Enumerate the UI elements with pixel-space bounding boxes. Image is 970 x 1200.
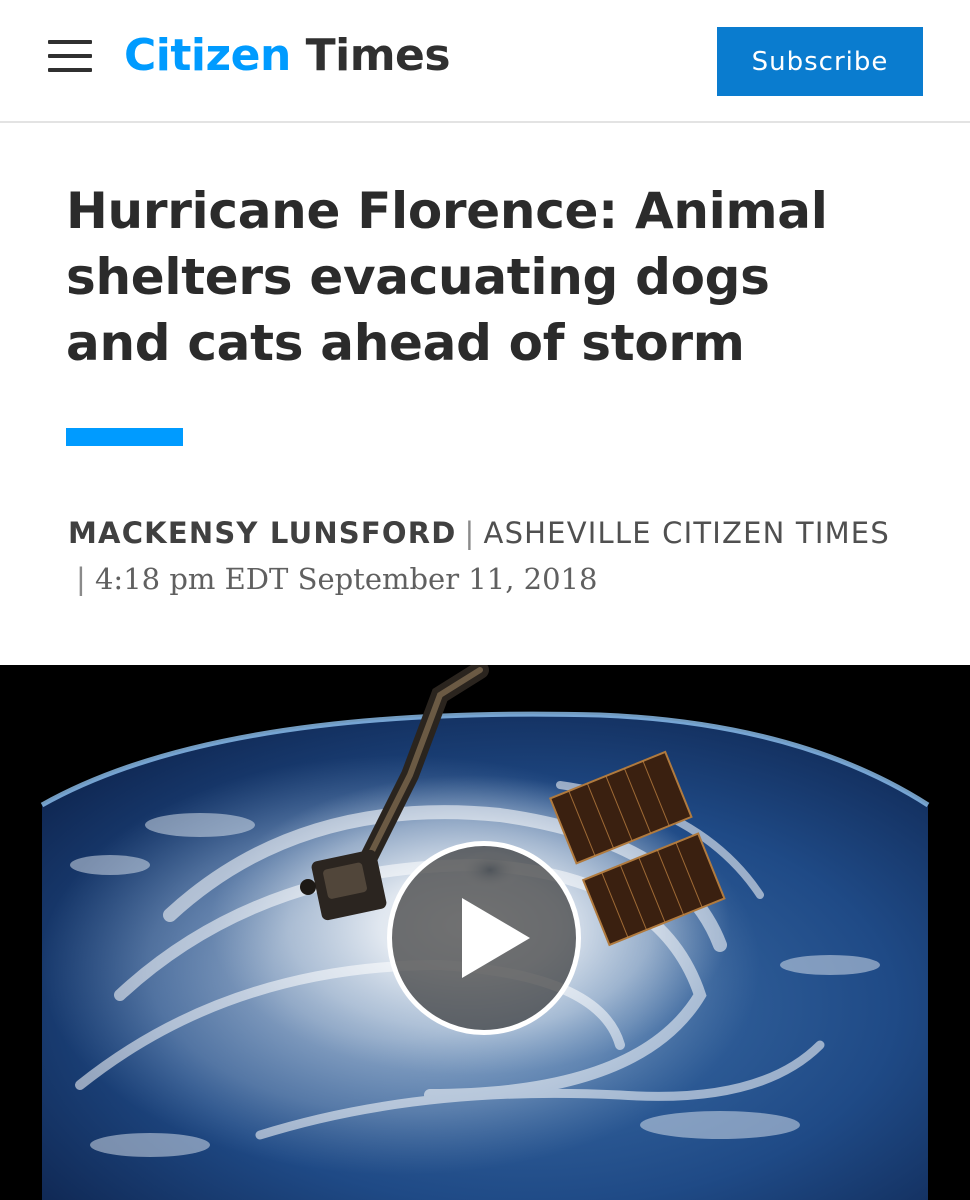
menu-line [48, 68, 92, 72]
play-icon [462, 898, 530, 978]
logo-times: Times [305, 30, 451, 81]
publish-timestamp: 4:18 pm EDT September 11, 2018 [94, 562, 598, 596]
byline-separator: | [76, 562, 87, 596]
byline-separator: | [464, 516, 476, 550]
hamburger-menu-icon[interactable] [48, 38, 92, 74]
headline-accent-bar [66, 428, 183, 446]
site-logo[interactable]: Citizen Times [124, 28, 451, 84]
author-name[interactable]: MACKENSY LUNSFORD [68, 516, 457, 550]
menu-line [48, 40, 92, 44]
play-button[interactable] [387, 841, 581, 1035]
article-headline: Hurricane Florence: Animal shelters evac… [66, 182, 828, 372]
site-header: Citizen Times Subscribe [0, 0, 970, 123]
logo-citizen: Citizen [124, 30, 291, 81]
article-byline: MACKENSY LUNSFORD | ASHEVILLE CITIZEN TIME… [68, 510, 928, 602]
menu-line [48, 54, 92, 58]
subscribe-button[interactable]: Subscribe [717, 27, 923, 96]
publication-name: ASHEVILLE CITIZEN TIMES [483, 516, 890, 550]
